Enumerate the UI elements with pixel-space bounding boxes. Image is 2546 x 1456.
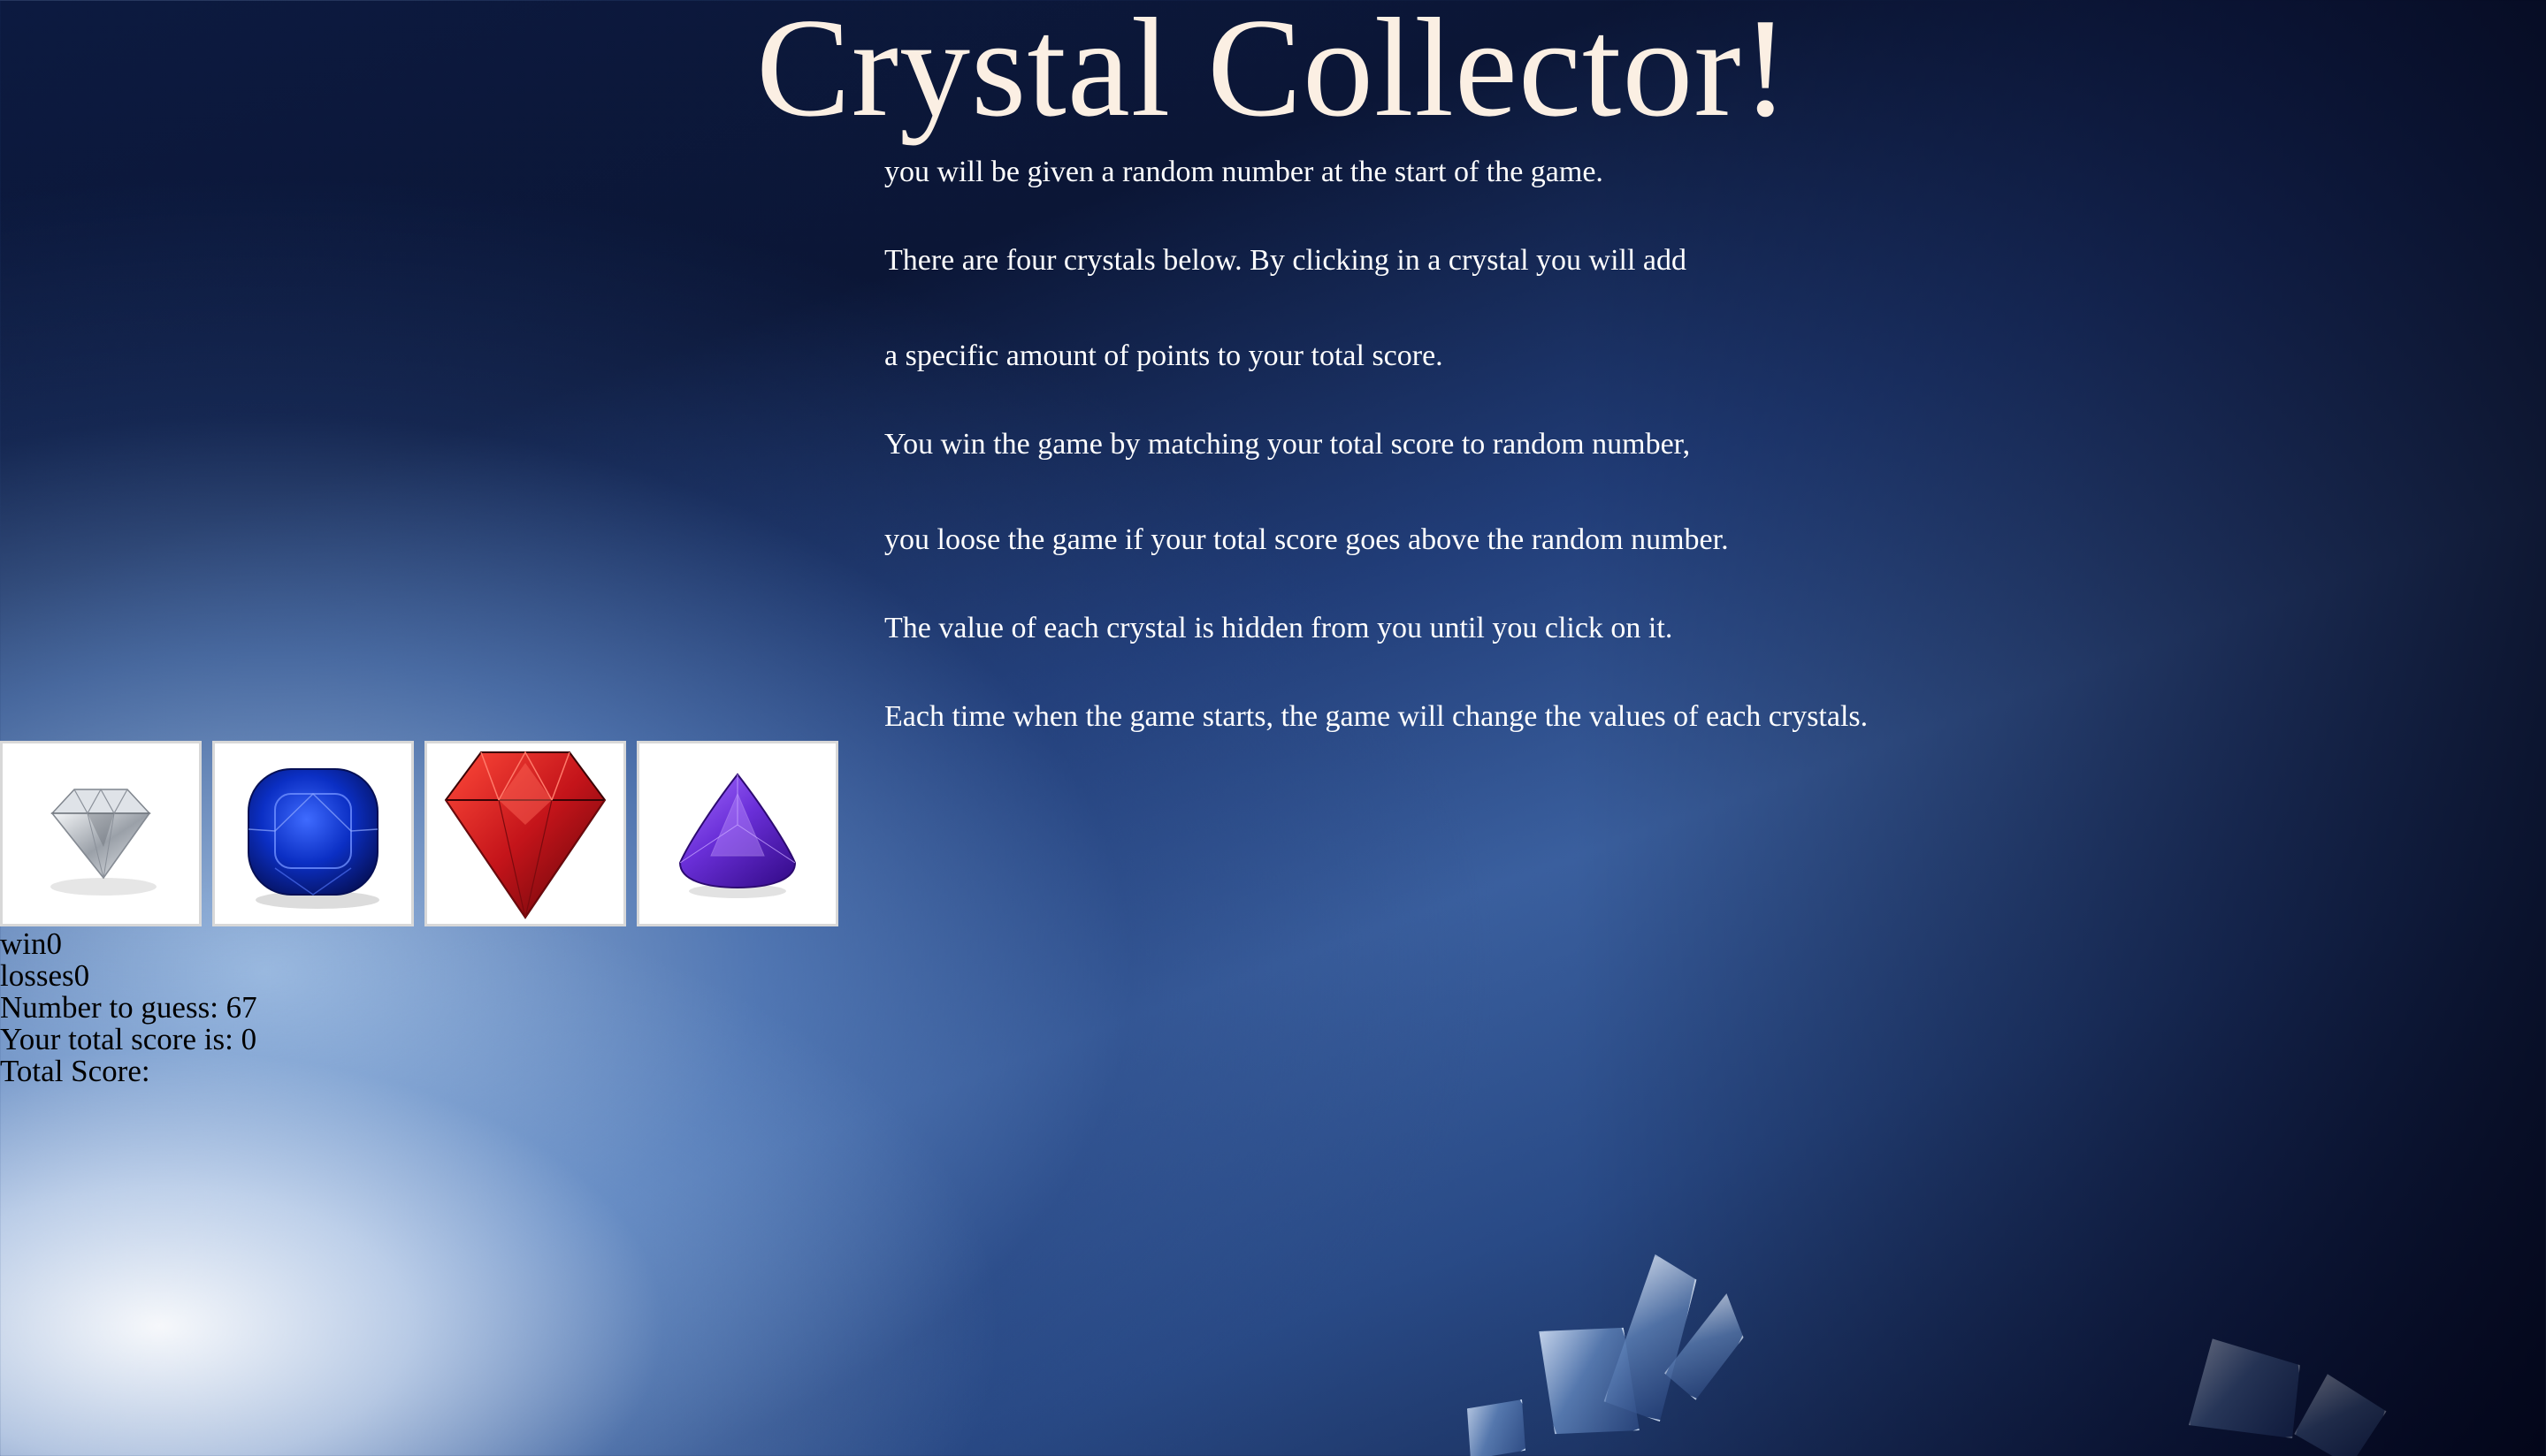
- losses-value: 0: [73, 958, 90, 993]
- total-score: Total Score:: [0, 1056, 257, 1087]
- losses-counter: losses0: [0, 960, 257, 992]
- blue-sapphire-icon: [248, 768, 379, 909]
- losses-label: losses: [0, 958, 74, 993]
- target-value: 67: [226, 990, 257, 1025]
- score-label: Your total score is:: [0, 1022, 241, 1056]
- crystal-button-amethyst[interactable]: [637, 741, 838, 926]
- instruction-line: The value of each crystal is hidden from…: [884, 612, 1673, 644]
- crystal-button-diamond[interactable]: [0, 741, 202, 926]
- instruction-line: There are four crystals below. By clicki…: [884, 244, 1687, 277]
- wins-label: win: [0, 926, 47, 961]
- wins-value: 0: [46, 926, 63, 961]
- instruction-line: you loose the game if your total score g…: [884, 523, 1729, 556]
- red-ruby-icon: [444, 751, 607, 919]
- target-number: Number to guess: 67: [0, 992, 257, 1024]
- stats-panel: win0 losses0 Number to guess: 67 Your to…: [0, 928, 257, 1087]
- score-value: 0: [241, 1022, 257, 1056]
- target-label: Number to guess:: [0, 990, 226, 1025]
- total-score-label: Total Score:: [0, 1054, 150, 1088]
- purple-amethyst-icon: [678, 773, 797, 898]
- instruction-line: Each time when the game starts, the game…: [884, 700, 1869, 733]
- instruction-line: a specific amount of points to your tota…: [884, 339, 1443, 372]
- wins-counter: win0: [0, 928, 257, 960]
- page-title: Crystal Collector!: [756, 0, 1790, 146]
- crystal-button-ruby[interactable]: [424, 741, 626, 926]
- crystal-button-sapphire[interactable]: [212, 741, 414, 926]
- current-score: Your total score is: 0: [0, 1024, 257, 1056]
- instruction-line: You win the game by matching your total …: [884, 428, 1691, 461]
- instruction-line: you will be given a random number at the…: [884, 156, 1603, 188]
- clear-diamond-icon: [50, 788, 157, 896]
